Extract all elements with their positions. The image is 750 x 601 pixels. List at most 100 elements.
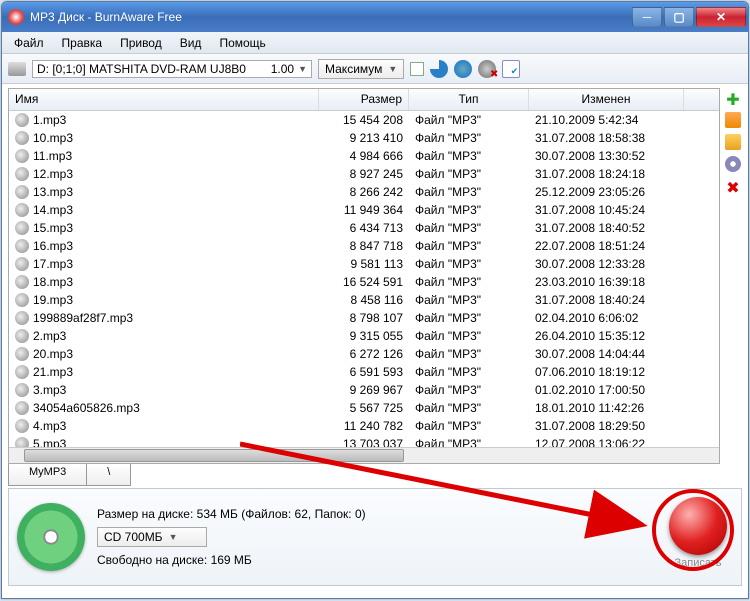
burn-button[interactable]: Записать [669, 497, 727, 569]
table-row[interactable]: 19.mp38 458 116Файл "MP3"31.07.2008 18:4… [9, 291, 719, 309]
remove-icon[interactable]: ✖ [725, 178, 741, 194]
table-row[interactable]: 5.mp313 703 037Файл "MP3"12.07.2008 13:0… [9, 435, 719, 447]
file-list[interactable]: Имя Размер Тип Изменен 1.mp315 454 208Фа… [8, 88, 720, 464]
mp3-file-icon [15, 185, 29, 199]
titlebar[interactable]: MP3 Диск - BurnAware Free ─ ▢ ✕ [2, 2, 748, 32]
table-row[interactable]: 2.mp39 315 055Файл "MP3"26.04.2010 15:35… [9, 327, 719, 345]
menu-help[interactable]: Помощь [211, 34, 273, 52]
file-type: Файл "MP3" [409, 239, 529, 253]
disc-type-selector[interactable]: CD 700МБ ▼ [97, 527, 207, 547]
options-icon[interactable]: ✔ [502, 60, 520, 78]
path-tab[interactable]: \ [87, 464, 131, 486]
disc-info: Размер на диске: 534 МБ (Файлов: 62, Пап… [97, 507, 366, 567]
file-modified: 22.07.2008 18:51:24 [529, 239, 684, 253]
file-name: 10.mp3 [33, 131, 73, 145]
table-row[interactable]: 3.mp39 269 967Файл "MP3"01.02.2010 17:00… [9, 381, 719, 399]
file-type: Файл "MP3" [409, 347, 529, 361]
file-size: 9 315 055 [319, 329, 409, 343]
table-row[interactable]: 17.mp39 581 113Файл "MP3"30.07.2008 12:3… [9, 255, 719, 273]
list-body[interactable]: 1.mp315 454 208Файл "MP3"21.10.2009 5:42… [9, 111, 719, 447]
file-size: 6 272 126 [319, 347, 409, 361]
table-row[interactable]: 4.mp311 240 782Файл "MP3"31.07.2008 18:2… [9, 417, 719, 435]
list-header: Имя Размер Тип Изменен [9, 89, 719, 111]
erase-icon[interactable]: ✖ [478, 60, 496, 78]
table-row[interactable]: 14.mp311 949 364Файл "MP3"31.07.2008 10:… [9, 201, 719, 219]
table-row[interactable]: 21.mp36 591 593Файл "MP3"07.06.2010 18:1… [9, 363, 719, 381]
globe-icon[interactable] [454, 60, 472, 78]
file-type: Файл "MP3" [409, 419, 529, 433]
file-type: Файл "MP3" [409, 311, 529, 325]
mp3-file-icon [15, 293, 29, 307]
file-modified: 30.07.2008 13:30:52 [529, 149, 684, 163]
file-modified: 31.07.2008 18:40:52 [529, 221, 684, 235]
menu-edit[interactable]: Правка [54, 34, 111, 52]
table-row[interactable]: 16.mp38 847 718Файл "MP3"22.07.2008 18:5… [9, 237, 719, 255]
mode-selector[interactable]: Максимум ▼ [318, 59, 404, 79]
drive-selector[interactable]: D: [0;1;0] MATSHITA DVD-RAM UJ8B0 1.00 ▼ [32, 60, 312, 78]
bottom-panel: Размер на диске: 534 МБ (Файлов: 62, Пап… [8, 488, 742, 586]
file-type: Файл "MP3" [409, 113, 529, 127]
menu-view[interactable]: Вид [172, 34, 210, 52]
mp3-file-icon [15, 275, 29, 289]
import-icon[interactable] [725, 112, 741, 128]
mp3-file-icon [15, 311, 29, 325]
project-tab[interactable]: MyMP3 [8, 464, 87, 486]
mp3-file-icon [15, 167, 29, 181]
mp3-file-icon [15, 149, 29, 163]
maximize-button[interactable]: ▢ [664, 7, 694, 27]
file-type: Файл "MP3" [409, 131, 529, 145]
file-name: 3.mp3 [33, 383, 66, 397]
column-size[interactable]: Размер [319, 89, 409, 110]
project-tabs: MyMP3 \ [8, 464, 742, 486]
column-name[interactable]: Имя [9, 89, 319, 110]
file-modified: 31.07.2008 18:40:24 [529, 293, 684, 307]
table-row[interactable]: 10.mp39 213 410Файл "MP3"31.07.2008 18:5… [9, 129, 719, 147]
column-type[interactable]: Тип [409, 89, 529, 110]
file-type: Файл "MP3" [409, 383, 529, 397]
file-size: 16 524 591 [319, 275, 409, 289]
file-modified: 31.07.2008 10:45:24 [529, 203, 684, 217]
add-icon[interactable]: ✚ [725, 90, 741, 106]
mp3-file-icon [15, 437, 29, 447]
table-row[interactable]: 1.mp315 454 208Файл "MP3"21.10.2009 5:42… [9, 111, 719, 129]
file-name: 5.mp3 [33, 437, 66, 447]
minimize-button[interactable]: ─ [632, 7, 662, 27]
side-toolbar: ✚ ✖ [722, 84, 744, 464]
mode-label: Максимум [325, 62, 382, 76]
mp3-file-icon [15, 383, 29, 397]
mp3-file-icon [15, 419, 29, 433]
scroll-thumb[interactable] [24, 449, 404, 462]
file-name: 20.mp3 [33, 347, 73, 361]
folder-icon[interactable] [725, 134, 741, 150]
app-icon [8, 9, 24, 25]
menubar: Файл Правка Привод Вид Помощь [2, 32, 748, 54]
table-row[interactable]: 34054a605826.mp35 567 725Файл "MP3"18.01… [9, 399, 719, 417]
table-row[interactable]: 18.mp316 524 591Файл "MP3"23.03.2010 16:… [9, 273, 719, 291]
column-modified[interactable]: Изменен [529, 89, 684, 110]
file-size: 8 266 242 [319, 185, 409, 199]
disc-icon[interactable] [725, 156, 741, 172]
mp3-file-icon [15, 329, 29, 343]
file-size: 13 703 037 [319, 437, 409, 447]
close-button[interactable]: ✕ [696, 7, 746, 27]
table-row[interactable]: 11.mp34 984 666Файл "MP3"30.07.2008 13:3… [9, 147, 719, 165]
menu-drive[interactable]: Привод [112, 34, 170, 52]
table-row[interactable]: 20.mp3 6 272 126Файл "MP3"30.07.2008 14:0… [9, 345, 719, 363]
file-size: 4 984 666 [319, 149, 409, 163]
file-modified: 30.07.2008 14:04:44 [529, 347, 684, 361]
disc-graphic [17, 503, 85, 571]
table-row[interactable]: 15.mp36 434 713Файл "MP3"31.07.2008 18:4… [9, 219, 719, 237]
file-size: 9 269 967 [319, 383, 409, 397]
table-row[interactable]: 12.mp38 927 245Файл "MP3"31.07.2008 18:2… [9, 165, 719, 183]
file-type: Файл "MP3" [409, 149, 529, 163]
file-size: 6 591 593 [319, 365, 409, 379]
refresh-icon[interactable] [430, 60, 448, 78]
table-row[interactable]: 13.mp38 266 242Файл "MP3"25.12.2009 23:0… [9, 183, 719, 201]
menu-file[interactable]: Файл [6, 34, 52, 52]
file-name: 1.mp3 [33, 113, 66, 127]
file-type: Файл "MP3" [409, 275, 529, 289]
horizontal-scrollbar[interactable] [9, 447, 719, 463]
mp3-file-icon [15, 257, 29, 271]
verify-checkbox[interactable] [410, 62, 424, 76]
table-row[interactable]: 199889af28f7.mp38 798 107Файл "MP3"02.04… [9, 309, 719, 327]
